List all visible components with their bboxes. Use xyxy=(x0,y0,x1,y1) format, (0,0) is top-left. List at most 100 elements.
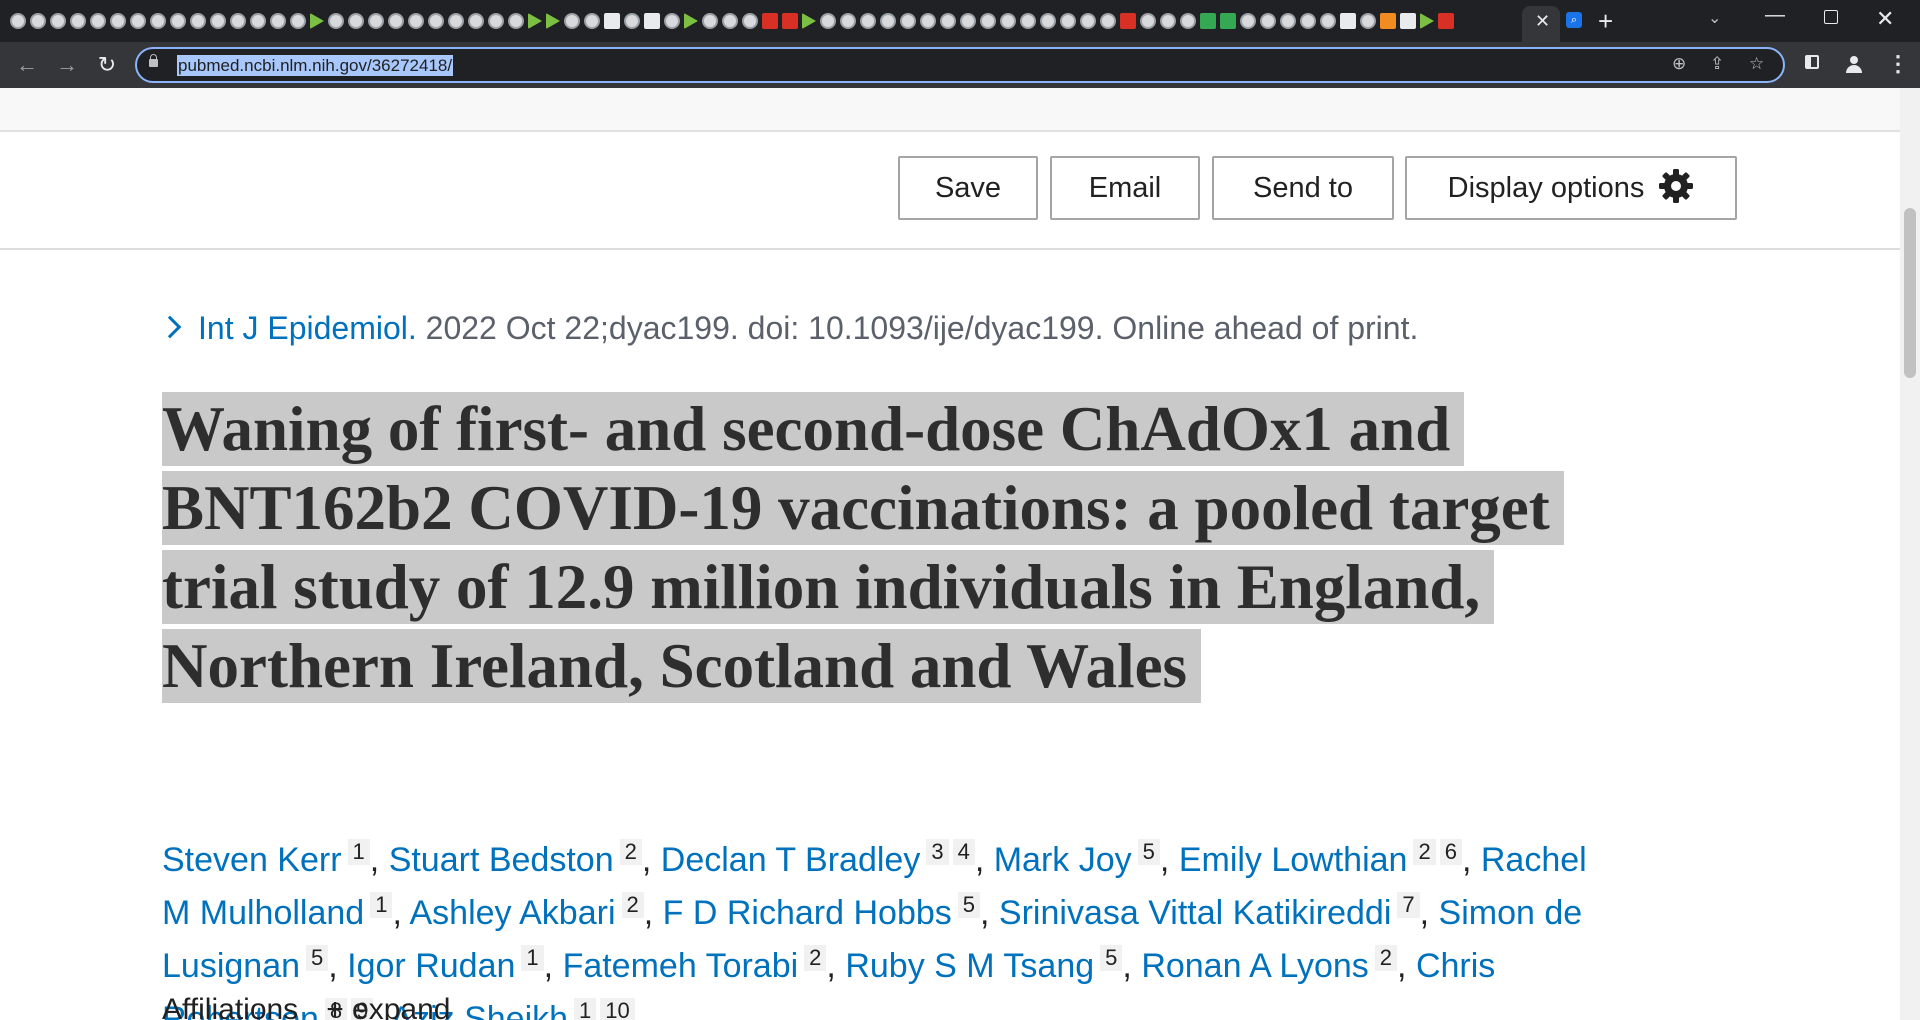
journal-link[interactable]: Int J Epidemiol. xyxy=(198,310,417,346)
author-link[interactable]: Srinivasa Vittal Katikireddi xyxy=(999,894,1391,932)
tab-favicon[interactable] xyxy=(1020,13,1036,29)
expand-affiliations-button[interactable]: + expand xyxy=(326,993,450,1020)
author-link[interactable]: Mark Joy xyxy=(994,841,1132,879)
tab-favicon[interactable] xyxy=(1100,13,1116,29)
author-link[interactable]: F D Richard Hobbs xyxy=(663,894,952,932)
tab-favicon[interactable] xyxy=(448,13,464,29)
tab-favicon[interactable] xyxy=(70,13,86,29)
chevron-right-icon[interactable] xyxy=(158,315,182,339)
display-options-button[interactable]: Display options xyxy=(1405,156,1737,220)
address-bar[interactable]: pubmed.ncbi.nlm.nih.gov/36272418/ ⊕ ⇪ ☆ xyxy=(135,47,1785,83)
affiliation-ref[interactable]: 2 xyxy=(804,944,827,971)
tab-favicon[interactable] xyxy=(1300,13,1316,29)
page-scrollbar[interactable] xyxy=(1900,88,1920,1020)
zoom-icon[interactable]: ⊕ xyxy=(1672,54,1686,74)
search-favicon-icon[interactable]: ⌕ xyxy=(1566,12,1582,28)
email-button[interactable]: Email xyxy=(1050,156,1200,220)
doc-icon[interactable] xyxy=(644,13,660,29)
author-link[interactable]: Declan T Bradley xyxy=(661,841,921,879)
affiliation-ref[interactable]: 4 xyxy=(952,838,975,865)
pin-icon[interactable] xyxy=(762,13,778,29)
pin-icon[interactable] xyxy=(1120,13,1136,29)
tab-favicon[interactable] xyxy=(584,13,600,29)
play-icon[interactable] xyxy=(546,13,560,29)
tab-favicon[interactable] xyxy=(348,13,364,29)
tab-favicon[interactable] xyxy=(468,13,484,29)
tab-favicon[interactable] xyxy=(190,13,206,29)
scrollbar-thumb[interactable] xyxy=(1904,208,1916,378)
affiliation-ref[interactable]: 2 xyxy=(621,891,644,918)
profile-icon[interactable] xyxy=(1844,54,1864,74)
tab-favicon[interactable] xyxy=(368,13,384,29)
tab-favicon[interactable] xyxy=(388,13,404,29)
send-to-button[interactable]: Send to xyxy=(1212,156,1394,220)
tab-favicon[interactable] xyxy=(90,13,106,29)
affiliation-ref[interactable]: 2 xyxy=(619,838,642,865)
author-link[interactable]: Emily Lowthian xyxy=(1179,841,1408,879)
share-icon[interactable]: ⇪ xyxy=(1710,54,1724,74)
url-text[interactable]: pubmed.ncbi.nlm.nih.gov/36272418/ xyxy=(177,55,454,76)
tab-favicon[interactable] xyxy=(1040,13,1056,29)
g-icon[interactable] xyxy=(1200,13,1216,29)
sheet-icon[interactable] xyxy=(1340,13,1356,29)
new-tab-button[interactable]: + xyxy=(1598,7,1613,35)
affiliation-ref[interactable]: 2 xyxy=(1374,944,1398,971)
bookmark-b-icon[interactable] xyxy=(782,13,798,29)
affiliation-ref[interactable]: 1 xyxy=(574,997,597,1020)
play-icon[interactable] xyxy=(1420,13,1434,29)
play-icon[interactable] xyxy=(684,13,698,29)
tab-favicons[interactable] xyxy=(10,10,1520,32)
lock-icon[interactable] xyxy=(149,54,158,67)
tab-favicon[interactable] xyxy=(880,13,896,29)
menu-icon[interactable]: ⋮ xyxy=(1887,49,1909,79)
tab-favicon[interactable] xyxy=(1160,13,1176,29)
affiliation-ref[interactable]: 10 xyxy=(600,997,635,1020)
tab-favicon[interactable] xyxy=(624,13,640,29)
tab-favicon[interactable] xyxy=(230,13,246,29)
tab-favicon[interactable] xyxy=(1320,13,1336,29)
close-tab-icon[interactable]: ✕ xyxy=(1535,10,1550,32)
affiliation-ref[interactable]: 1 xyxy=(521,944,544,971)
tab-favicon[interactable] xyxy=(1280,13,1296,29)
forward-icon[interactable]: → xyxy=(52,50,82,80)
tab-favicon[interactable] xyxy=(110,13,126,29)
author-link[interactable]: Ronan A Lyons xyxy=(1141,947,1368,985)
window-close-icon[interactable]: ✕ xyxy=(1876,6,1894,32)
side-panel-icon[interactable] xyxy=(1805,55,1819,69)
tab-favicon[interactable] xyxy=(664,13,680,29)
tab-favicon[interactable] xyxy=(488,13,504,29)
affiliation-ref[interactable]: 5 xyxy=(306,944,329,971)
author-link[interactable]: Steven Kerr xyxy=(162,841,342,879)
play-icon[interactable] xyxy=(310,13,324,29)
back-icon[interactable]: ← xyxy=(12,50,42,80)
tab-favicon[interactable] xyxy=(10,13,26,29)
tab-favicon[interactable] xyxy=(428,13,444,29)
author-link[interactable]: Igor Rudan xyxy=(347,947,515,985)
tab-favicon[interactable] xyxy=(1180,13,1196,29)
tab-favicon[interactable] xyxy=(1060,13,1076,29)
affiliation-ref[interactable]: 1 xyxy=(347,838,370,865)
tab-favicon[interactable] xyxy=(1260,13,1276,29)
tab-favicon[interactable] xyxy=(702,13,718,29)
reload-icon[interactable]: ↻ xyxy=(92,50,122,80)
tab-favicon[interactable] xyxy=(742,13,758,29)
tab-favicon[interactable] xyxy=(840,13,856,29)
tab-favicon[interactable] xyxy=(1140,13,1156,29)
tab-favicon[interactable] xyxy=(290,13,306,29)
tab-favicon[interactable] xyxy=(722,13,738,29)
doc-icon[interactable] xyxy=(604,13,620,29)
tab-favicon[interactable] xyxy=(270,13,286,29)
affiliation-ref[interactable]: 5 xyxy=(1137,838,1160,865)
tab-favicon[interactable] xyxy=(920,13,936,29)
tab-favicon[interactable] xyxy=(900,13,916,29)
tab-favicon[interactable] xyxy=(1240,13,1256,29)
author-link[interactable]: Stuart Bedston xyxy=(389,841,614,879)
tab-favicon[interactable] xyxy=(564,13,580,29)
save-button[interactable]: Save xyxy=(898,156,1038,220)
play-icon[interactable] xyxy=(528,13,542,29)
play-icon[interactable] xyxy=(802,13,816,29)
affiliation-ref[interactable]: 2 xyxy=(1413,838,1436,865)
tab-favicon[interactable] xyxy=(408,13,424,29)
doc-icon[interactable] xyxy=(1400,13,1416,29)
youtube-icon[interactable] xyxy=(1438,13,1454,29)
